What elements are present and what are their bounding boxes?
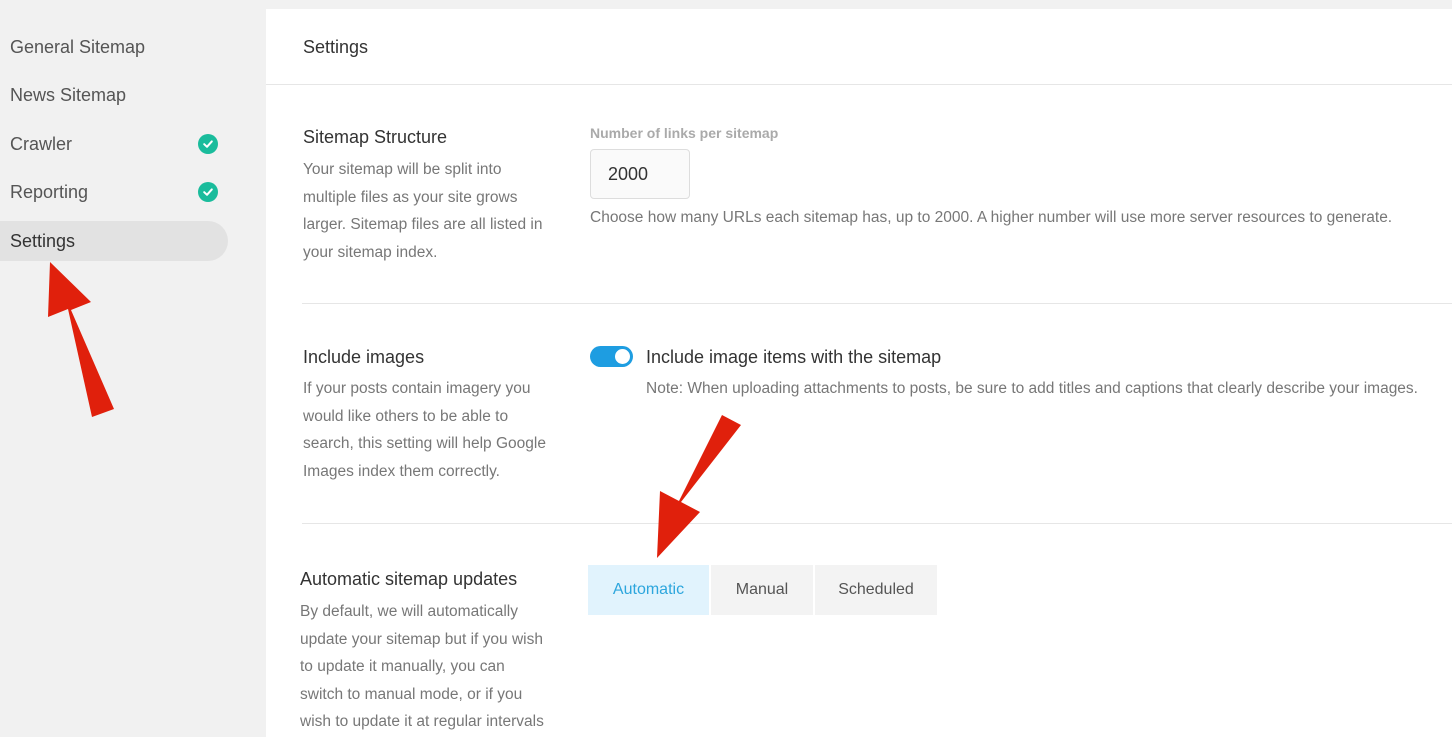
red-arrow-annotations <box>48 262 741 558</box>
page: General Sitemap News Sitemap Crawler Rep… <box>0 0 1452 737</box>
red-arrow-settings <box>48 262 114 417</box>
red-arrow-automatic <box>657 415 741 558</box>
